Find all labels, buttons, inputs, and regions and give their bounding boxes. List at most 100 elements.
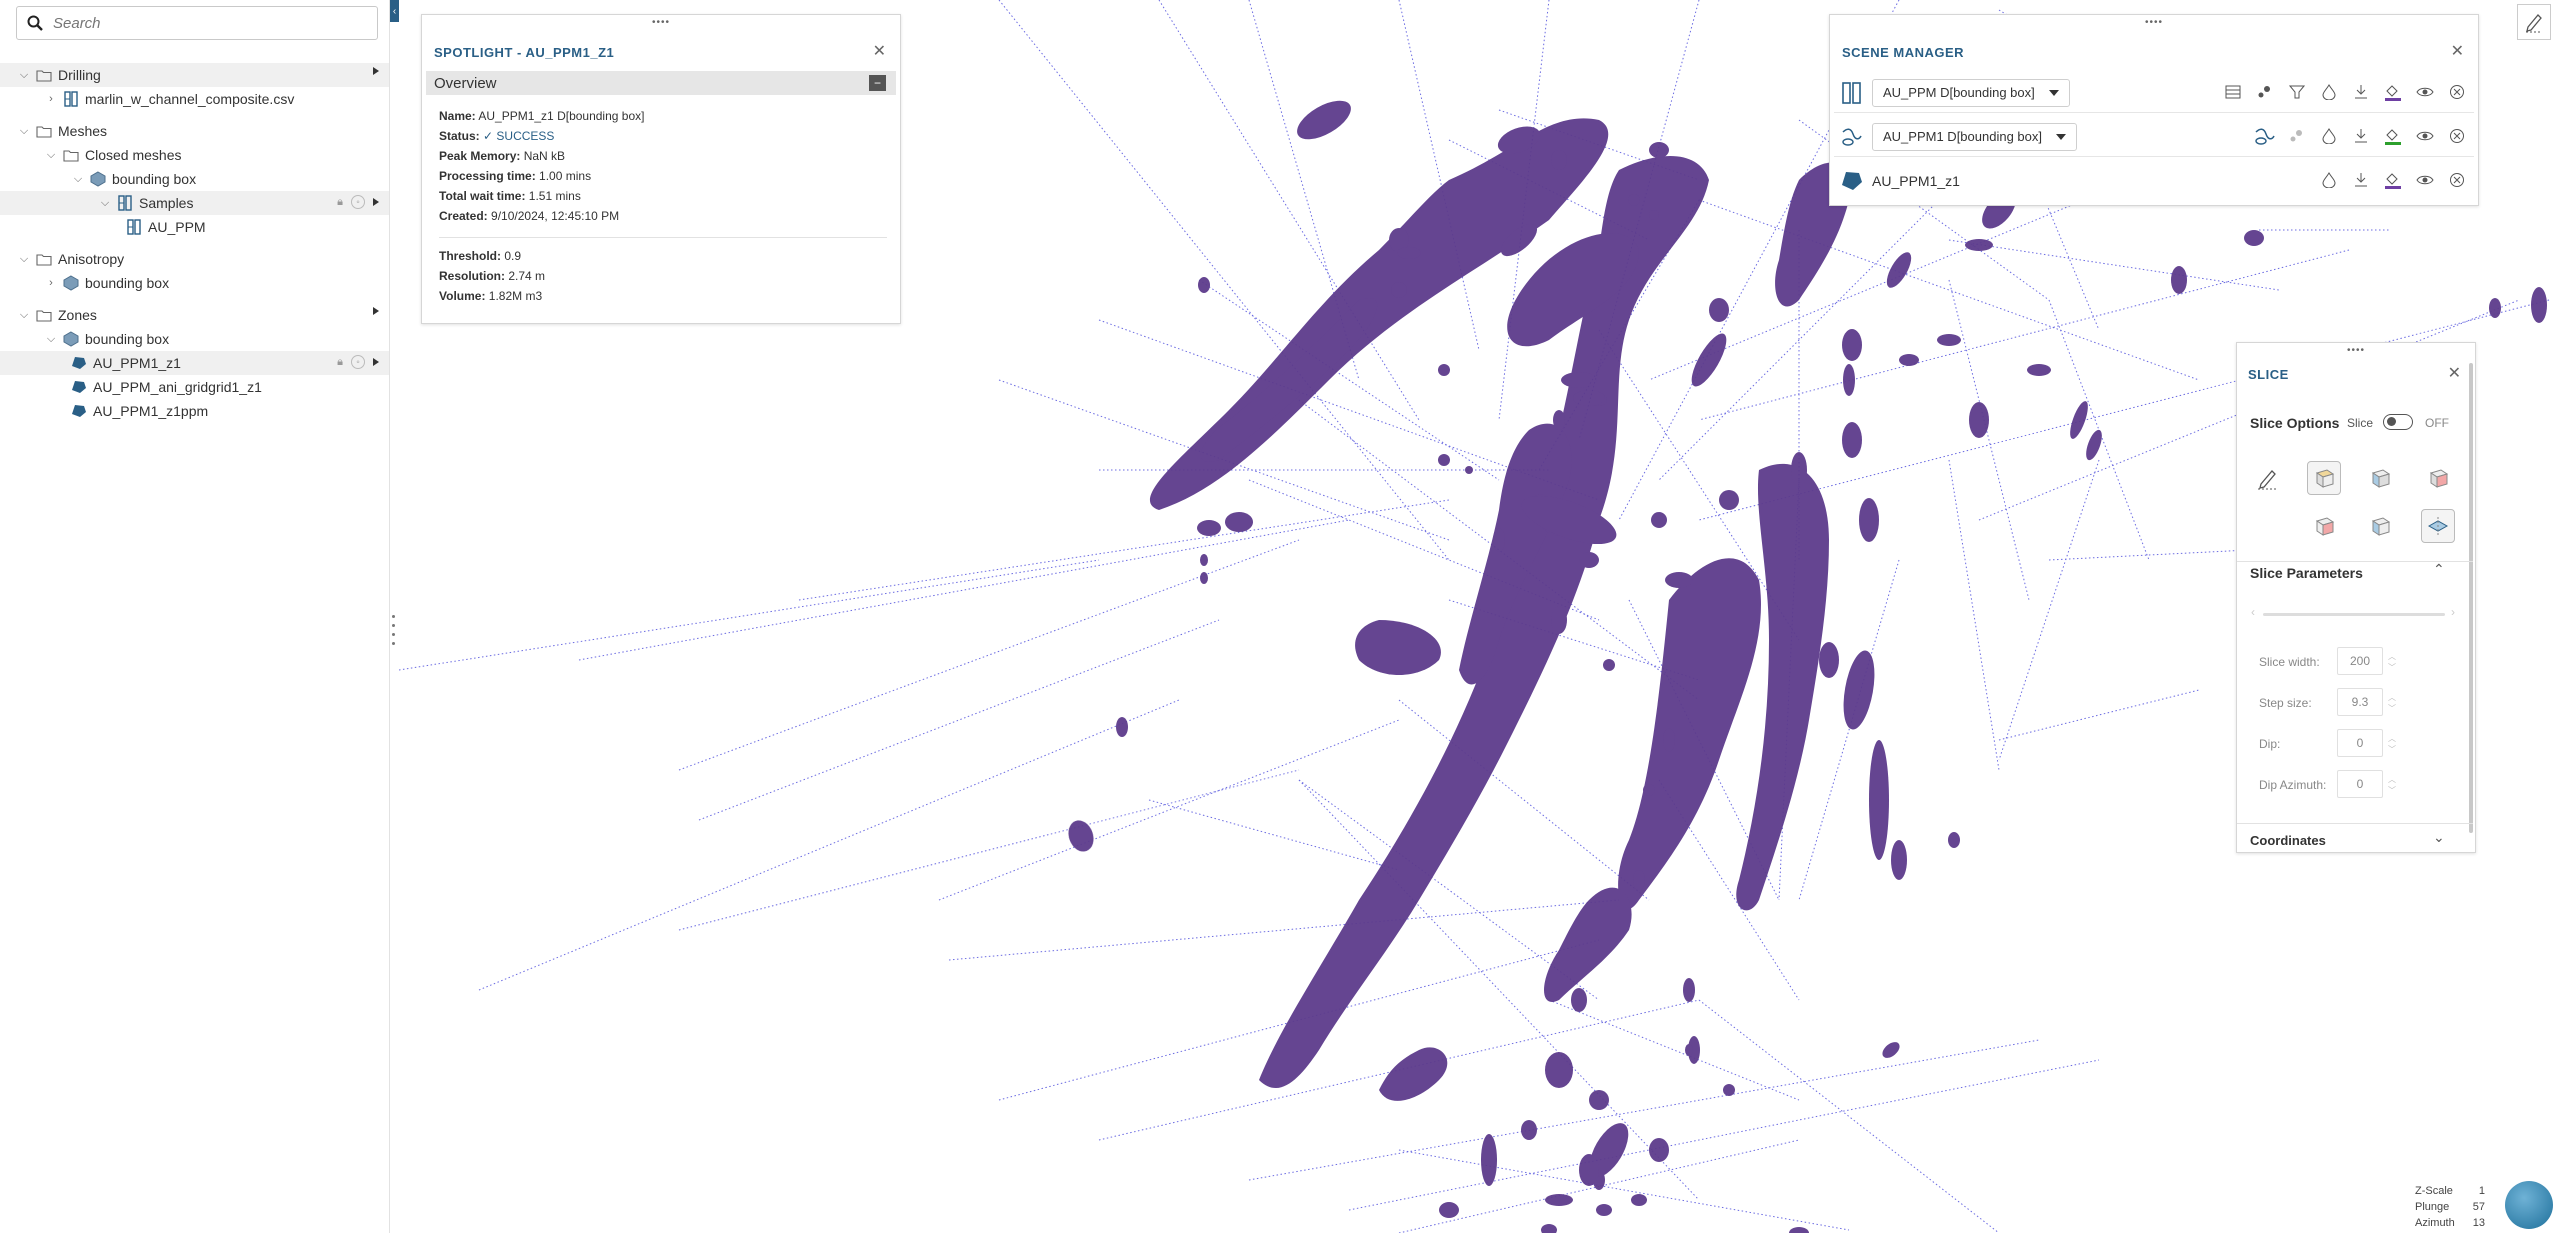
remove-icon[interactable] — [2446, 125, 2468, 147]
chevron-down-icon[interactable]: ⌵ — [17, 68, 31, 82]
stepper-icon[interactable]: ︿ ﹀ — [2387, 733, 2397, 754]
eye-icon[interactable] — [2414, 125, 2436, 147]
remove-icon[interactable] — [2446, 81, 2468, 103]
expand-arrow-icon[interactable] — [373, 198, 379, 206]
plunge-value: 57 — [2472, 1201, 2485, 1213]
chevron-down-icon[interactable]: ⌵ — [17, 308, 31, 322]
paint-bucket-icon[interactable] — [2382, 169, 2404, 191]
expand-arrow-icon[interactable] — [373, 307, 379, 315]
points-icon[interactable] — [2254, 81, 2276, 103]
dataset-select[interactable]: AU_PPM1 D[bounding box] — [1872, 122, 2077, 151]
tree-item-zone-2[interactable]: AU_PPM_ani_gridgrid1_z1 — [0, 375, 389, 399]
tree-item-composite[interactable]: › marlin_w_channel_composite.csv — [0, 87, 389, 111]
expand-arrow-icon[interactable] — [373, 67, 379, 75]
slice-width-input[interactable]: 200 — [2337, 647, 2383, 675]
drag-handle[interactable]: •••• — [2347, 345, 2365, 356]
tree-label: AU_PPM_ani_gridgrid1_z1 — [93, 379, 262, 395]
tree-label: bounding box — [112, 171, 197, 187]
slice-plane-x-icon[interactable] — [2363, 461, 2397, 495]
coordinates-heading[interactable]: Coordinates — [2250, 833, 2326, 848]
chevron-down-icon[interactable]: ⌵ — [17, 252, 31, 266]
close-icon[interactable]: ✕ — [873, 41, 886, 61]
remove-icon[interactable] — [2446, 169, 2468, 191]
tree-item-zones[interactable]: ⌵ Zones — [0, 303, 389, 327]
target-icon[interactable]: ◦ — [351, 195, 365, 209]
slice-section-horizontal-icon[interactable] — [2421, 509, 2455, 543]
tree-item-meshes[interactable]: ⌵ Meshes — [0, 119, 389, 143]
chevron-right-icon[interactable]: › — [44, 92, 58, 106]
slice-section-blue-icon[interactable] — [2363, 509, 2397, 543]
tree-item-drilling[interactable]: ⌵ Drilling — [0, 63, 389, 87]
scrollbar[interactable] — [2469, 363, 2473, 833]
freehand-slice-icon[interactable] — [2251, 461, 2285, 495]
chevron-down-icon[interactable]: ⌵ — [71, 172, 85, 186]
variogram-tool-icon[interactable] — [2254, 125, 2276, 147]
tree-item-anisotropy-bbox[interactable]: › bounding box — [0, 271, 389, 295]
tree-item-meshes-bbox[interactable]: ⌵ bounding box — [0, 167, 389, 191]
paint-bucket-icon[interactable] — [2382, 81, 2404, 103]
chevron-down-icon[interactable]: ⌄ — [2433, 829, 2445, 846]
download-icon[interactable] — [2350, 81, 2372, 103]
dataset-select[interactable]: AU_PPM D[bounding box] — [1872, 78, 2070, 107]
step-size-input[interactable]: 9.3 — [2337, 688, 2383, 716]
table-icon[interactable] — [2222, 81, 2244, 103]
sidebar-resize-handle[interactable] — [392, 615, 396, 645]
tree-item-samples[interactable]: ⌵ Samples 🔒︎ ◦ — [0, 191, 389, 215]
lock-icon[interactable]: 🔒︎ — [337, 196, 343, 209]
dip-input[interactable]: 0 — [2337, 729, 2383, 757]
chevron-down-icon[interactable]: ⌵ — [44, 148, 58, 162]
orientation-globe-icon[interactable] — [2505, 1181, 2553, 1229]
opacity-icon[interactable] — [2318, 81, 2340, 103]
chevron-right-icon[interactable]: › — [2451, 605, 2455, 619]
close-icon[interactable]: ✕ — [2451, 41, 2464, 61]
dip-label: Dip: — [2259, 737, 2281, 751]
stepper-icon[interactable]: ︿ ﹀ — [2387, 774, 2397, 795]
chevron-left-icon[interactable]: ‹ — [2251, 605, 2255, 619]
target-icon[interactable]: ◦ — [351, 355, 365, 369]
eye-icon[interactable] — [2414, 81, 2436, 103]
slice-section-red-icon[interactable] — [2307, 509, 2341, 543]
tree-item-zone-1[interactable]: AU_PPM1_z1 🔒︎ ◦ — [0, 351, 389, 375]
tree-item-zone-3[interactable]: AU_PPM1_z1ppm — [0, 399, 389, 423]
tree-item-closed-meshes[interactable]: ⌵ Closed meshes — [0, 143, 389, 167]
slice-position-slider[interactable] — [2263, 613, 2445, 616]
chevron-down-icon[interactable]: ⌵ — [17, 124, 31, 138]
stepper-icon[interactable]: ︿ ﹀ — [2387, 651, 2397, 672]
download-icon[interactable] — [2350, 125, 2372, 147]
filter-icon[interactable] — [2286, 81, 2308, 103]
tree-item-au-ppm[interactable]: AU_PPM — [0, 215, 389, 239]
opacity-icon[interactable] — [2318, 125, 2340, 147]
bounding-box-icon — [89, 171, 107, 187]
close-icon[interactable]: ✕ — [2448, 363, 2461, 383]
stepper-icon[interactable]: ︿ ﹀ — [2387, 692, 2397, 713]
tree-item-anisotropy[interactable]: ⌵ Anisotropy — [0, 247, 389, 271]
eye-icon[interactable] — [2414, 169, 2436, 191]
opacity-icon[interactable] — [2318, 169, 2340, 191]
paint-bucket-icon[interactable] — [2382, 125, 2404, 147]
search-input[interactable] — [53, 14, 373, 32]
tree-item-zones-bbox[interactable]: ⌵ bounding box — [0, 327, 389, 351]
chevron-down-icon[interactable]: ⌵ — [44, 332, 58, 346]
slice-plane-z-icon[interactable] — [2421, 461, 2455, 495]
azimuth-value: 13 — [2472, 1217, 2485, 1229]
expand-arrow-icon[interactable] — [373, 358, 379, 366]
overview-label: Overview — [434, 74, 497, 92]
search-box[interactable] — [16, 6, 378, 40]
tree-label: bounding box — [85, 331, 170, 347]
slice-toggle[interactable] — [2383, 414, 2413, 430]
dip-azimuth-input[interactable]: 0 — [2337, 770, 2383, 798]
drag-handle[interactable]: •••• — [652, 17, 670, 28]
draw-button[interactable] — [2517, 4, 2551, 40]
overview-section-header[interactable]: Overview − — [426, 71, 896, 95]
collapse-icon[interactable]: − — [869, 75, 886, 91]
chevron-up-icon[interactable]: ⌃ — [2433, 561, 2445, 578]
points-icon[interactable] — [2286, 125, 2308, 147]
chevron-right-icon[interactable]: › — [44, 276, 58, 290]
chevron-down-icon[interactable]: ⌵ — [98, 196, 112, 210]
drag-handle[interactable]: •••• — [2145, 17, 2163, 28]
download-icon[interactable] — [2350, 169, 2372, 191]
slice-plane-y-icon[interactable] — [2307, 461, 2341, 495]
lock-icon[interactable]: 🔒︎ — [337, 356, 343, 369]
tree-label: marlin_w_channel_composite.csv — [85, 91, 295, 107]
collapse-sidebar-button[interactable]: ‹ — [390, 0, 399, 22]
